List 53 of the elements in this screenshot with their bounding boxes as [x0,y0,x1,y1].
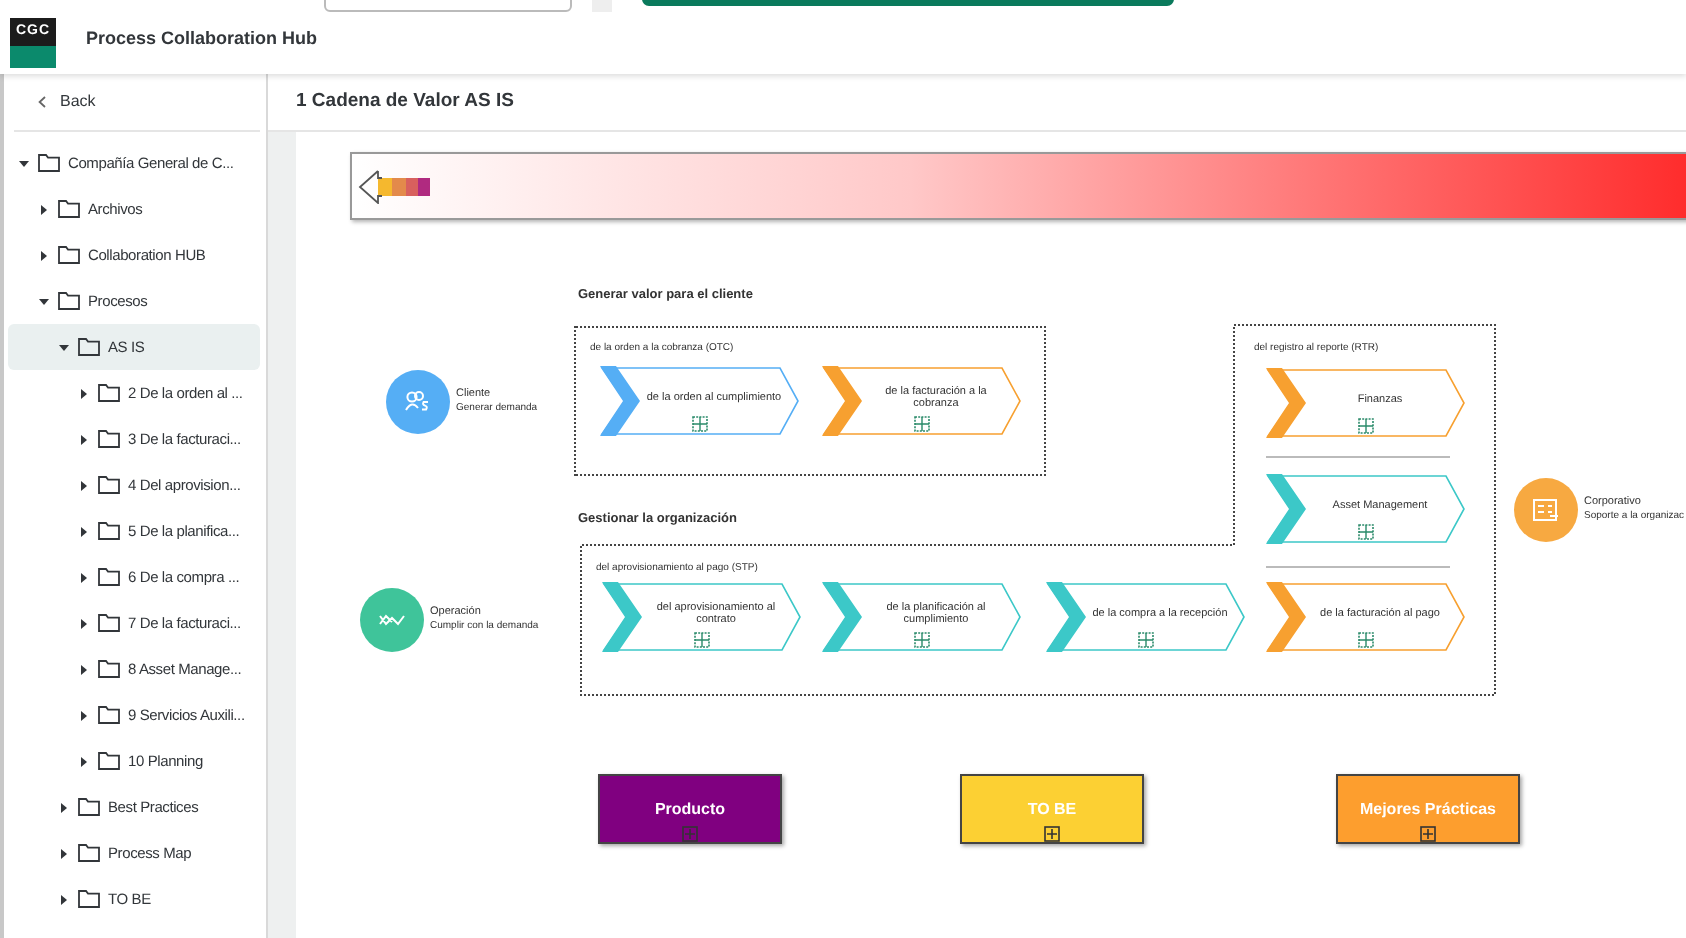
caret-right-icon[interactable] [78,617,90,629]
folder-icon [98,430,120,448]
caret-right-icon[interactable] [78,525,90,537]
folder-icon [98,476,120,494]
category-button[interactable]: Producto [598,774,782,844]
zigzag-icon [378,612,406,628]
grid-icon[interactable] [694,632,710,648]
people-coin-icon [404,390,432,414]
back-chevron-icon [38,96,46,108]
folder-icon [58,292,80,310]
folder-icon [98,568,120,586]
page-title: 1 Cadena de Valor AS IS [296,87,514,116]
caret-right-icon[interactable] [38,203,50,215]
folder-icon [58,200,80,218]
caret-right-icon[interactable] [38,249,50,261]
folder-icon [98,706,120,724]
ledger-icon [1532,497,1560,523]
folder-icon [78,338,100,356]
app-title: Process Collaboration Hub [86,25,318,52]
grid-icon[interactable] [1138,632,1154,648]
grid-icon[interactable] [914,416,930,432]
caret-right-icon[interactable] [58,801,70,813]
folder-icon [58,246,80,264]
caret-down-icon[interactable] [58,341,70,353]
grid-icon[interactable] [692,416,708,432]
caret-right-icon[interactable] [58,893,70,905]
caret-right-icon[interactable] [78,571,90,583]
folder-icon [98,752,120,770]
expand-icon[interactable] [1044,826,1060,842]
back-button[interactable]: Back [14,74,260,132]
caret-down-icon[interactable] [38,295,50,307]
folder-icon [98,660,120,678]
caret-right-icon[interactable] [78,755,90,767]
folder-icon [98,614,120,632]
caret-right-icon[interactable] [78,709,90,721]
folder-icon [38,154,60,172]
folder-icon [78,798,100,816]
grid-icon[interactable] [1358,632,1374,648]
grid-icon[interactable] [914,632,930,648]
folder-icon [98,522,120,540]
grid-icon[interactable] [1358,524,1374,540]
caret-right-icon[interactable] [58,847,70,859]
caret-right-icon[interactable] [78,479,90,491]
arrow-icon [358,169,432,203]
folder-icon [98,384,120,402]
caret-right-icon[interactable] [78,433,90,445]
grid-icon[interactable] [1358,418,1374,434]
caret-right-icon[interactable] [78,663,90,675]
folder-icon [78,844,100,862]
caret-right-icon[interactable] [78,387,90,399]
caret-down-icon[interactable] [18,157,30,169]
expand-icon[interactable] [1420,826,1436,842]
folder-icon [78,890,100,908]
